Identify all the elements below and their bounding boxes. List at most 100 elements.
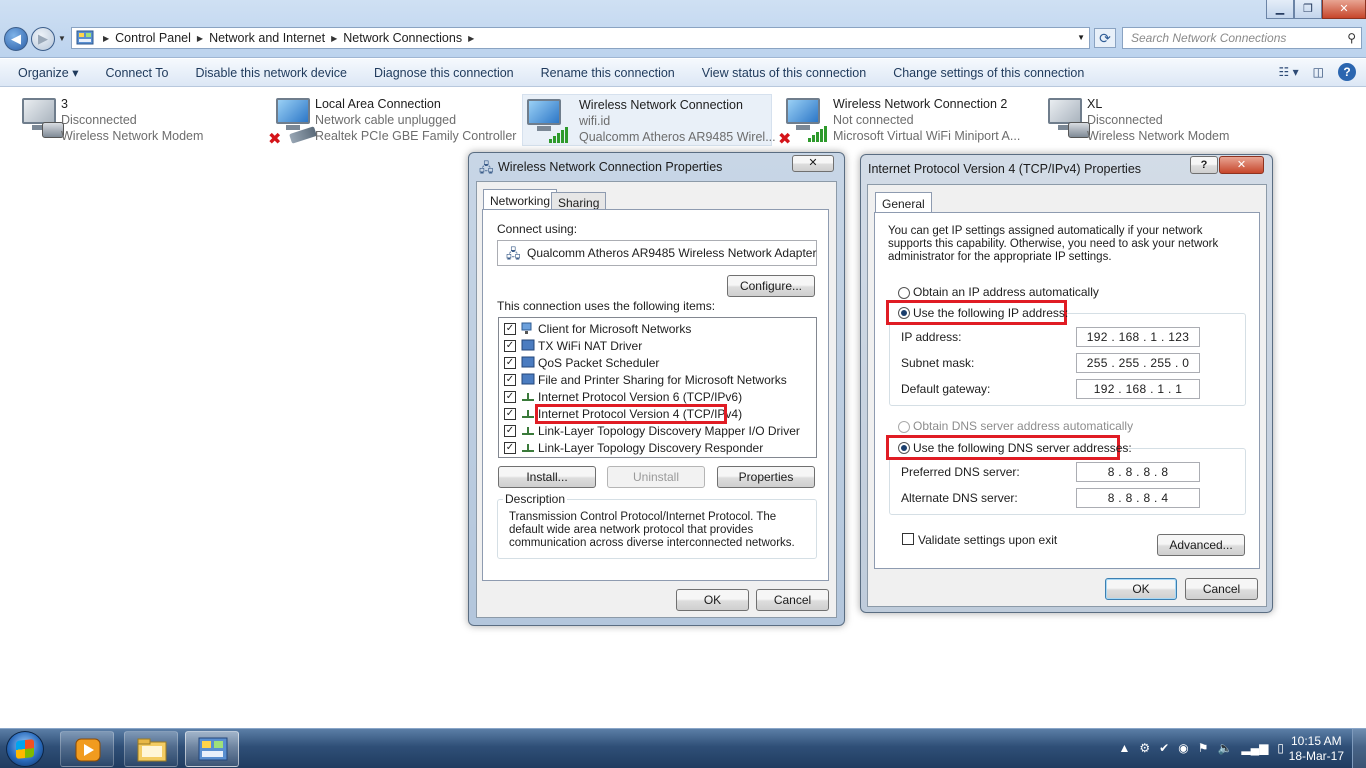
alternate-dns-field[interactable]: 8 . 8 . 8 . 4: [1076, 488, 1200, 508]
connect-to-command[interactable]: Connect To: [105, 66, 168, 80]
item-label: TX WiFi NAT Driver: [538, 338, 643, 353]
connection-name: 3: [61, 97, 68, 111]
taskbar-control-panel[interactable]: [185, 731, 239, 767]
help-button[interactable]: ?: [1190, 156, 1218, 174]
cancel-button[interactable]: Cancel: [756, 589, 829, 611]
item-checkbox[interactable]: ✓: [504, 322, 516, 335]
list-item[interactable]: ✓ QoS Packet Scheduler: [504, 354, 659, 371]
connection-tile-local-area[interactable]: ✖ Local Area Connection Network cable un…: [258, 94, 516, 148]
breadcrumb-network-connections[interactable]: Network Connections: [343, 31, 462, 45]
cancel-button[interactable]: Cancel: [1185, 578, 1258, 600]
explorer-titlebar: ▁ ❐ ✕ ◀ ▶ ▼ ▶ Control Panel ▶ Network an…: [0, 0, 1366, 58]
advanced-button[interactable]: Advanced...: [1157, 534, 1245, 556]
connection-status: wifi.id: [579, 114, 611, 128]
close-button[interactable]: ✕: [1219, 156, 1264, 174]
tab-general[interactable]: General: [875, 192, 932, 213]
default-gateway-field[interactable]: 192 . 168 . 1 . 1: [1076, 379, 1200, 399]
connection-tile-wireless[interactable]: Wireless Network Connection wifi.id Qual…: [522, 94, 776, 146]
breadcrumb-network-and-internet[interactable]: Network and Internet: [209, 31, 325, 45]
connection-status: Disconnected: [61, 113, 137, 127]
search-input[interactable]: Search Network Connections ⚲: [1122, 27, 1362, 49]
validate-checkbox[interactable]: [902, 533, 914, 545]
ip-address-field[interactable]: 192 . 168 . 1 . 123: [1076, 327, 1200, 347]
item-checkbox[interactable]: ✓: [504, 407, 516, 420]
recent-pages-dropdown-icon[interactable]: ▼: [58, 34, 66, 43]
action-center-flag-icon[interactable]: ⚑: [1198, 741, 1209, 755]
uninstall-button: Uninstall: [607, 466, 705, 488]
address-dropdown-icon[interactable]: ▼: [1077, 33, 1085, 42]
list-item[interactable]: ✓ TX WiFi NAT Driver: [504, 337, 642, 354]
globe-icon[interactable]: ◉: [1178, 741, 1188, 755]
disable-device-command[interactable]: Disable this network device: [195, 66, 346, 80]
use-dns-radio[interactable]: [898, 442, 910, 454]
breadcrumb-control-panel[interactable]: Control Panel: [115, 31, 191, 45]
highlight-ipv4-item: [535, 404, 727, 424]
ok-button[interactable]: OK: [676, 589, 749, 611]
show-hidden-icons-icon[interactable]: ▲: [1119, 741, 1131, 755]
breadcrumb-chevron-icon[interactable]: ▶: [331, 34, 337, 43]
change-view-icon[interactable]: ☷ ▾: [1279, 65, 1299, 79]
obtain-ip-auto-label: Obtain an IP address automatically: [913, 285, 1099, 299]
item-checkbox[interactable]: ✓: [504, 441, 516, 454]
close-button[interactable]: ✕: [1322, 0, 1366, 19]
taskbar-media-player[interactable]: [60, 731, 114, 767]
wireless-signal-icon[interactable]: ▂▄▆: [1241, 741, 1268, 755]
components-list[interactable]: ✓ Client for Microsoft Networks ✓ TX WiFi …: [498, 317, 817, 458]
obtain-ip-auto-radio[interactable]: [898, 287, 910, 299]
show-desktop-button[interactable]: [1352, 729, 1366, 768]
network-modem-icon: [18, 96, 64, 144]
install-button[interactable]: Install...: [498, 466, 596, 488]
preferred-dns-label: Preferred DNS server:: [901, 465, 1020, 479]
view-status-command[interactable]: View status of this connection: [702, 66, 866, 80]
forward-button[interactable]: ▶: [31, 27, 55, 51]
subnet-mask-field[interactable]: 255 . 255 . 255 . 0: [1076, 353, 1200, 373]
preview-pane-icon[interactable]: ◫: [1313, 65, 1324, 79]
maximize-button[interactable]: ❐: [1294, 0, 1322, 19]
preferred-dns-field[interactable]: 8 . 8 . 8 . 8: [1076, 462, 1200, 482]
start-button[interactable]: [6, 731, 44, 767]
breadcrumb-chevron-icon[interactable]: ▶: [197, 34, 203, 43]
breadcrumb-chevron-icon[interactable]: ▶: [468, 34, 474, 43]
item-checkbox[interactable]: ✓: [504, 390, 516, 403]
properties-button[interactable]: Properties: [717, 466, 815, 488]
list-item[interactable]: ✓ Link-Layer Topology Discovery Responder: [504, 439, 763, 456]
back-button[interactable]: ◀: [4, 27, 28, 51]
connection-tile-wireless-2[interactable]: ✖ Wireless Network Connection 2 Not conn…: [776, 94, 1026, 148]
change-settings-command[interactable]: Change settings of this connection: [893, 66, 1084, 80]
configure-button[interactable]: Configure...: [727, 275, 815, 297]
diagnose-command[interactable]: Diagnose this connection: [374, 66, 514, 80]
address-bar[interactable]: ▶ Control Panel ▶ Network and Internet ▶…: [71, 27, 1090, 49]
volume-icon[interactable]: 🔈: [1217, 741, 1232, 755]
search-icon[interactable]: ⚲: [1347, 31, 1356, 45]
use-ip-radio[interactable]: [898, 307, 910, 319]
organize-menu[interactable]: Organize ▾: [18, 65, 78, 80]
tab-networking[interactable]: Networking: [483, 189, 558, 210]
list-item[interactable]: ✓ Client for Microsoft Networks: [504, 320, 691, 337]
alternate-dns-label: Alternate DNS server:: [901, 491, 1018, 505]
protocol-icon: [521, 441, 535, 454]
battery-icon[interactable]: ▯: [1277, 741, 1284, 755]
connection-tile-3[interactable]: 3 Disconnected Wireless Network Modem: [4, 94, 254, 146]
item-checkbox[interactable]: ✓: [504, 356, 516, 369]
item-checkbox[interactable]: ✓: [504, 339, 516, 352]
rename-command[interactable]: Rename this connection: [541, 66, 675, 80]
minimize-button[interactable]: ▁: [1266, 0, 1294, 19]
refresh-button[interactable]: ⟳: [1094, 28, 1116, 48]
breadcrumb-chevron-icon[interactable]: ▶: [103, 34, 109, 43]
list-item[interactable]: ✓ Internet Protocol Version 6 (TCP/IPv6): [504, 388, 742, 405]
dialog-title: Wireless Network Connection Properties: [498, 160, 723, 174]
adapter-field: 🖧 Qualcomm Atheros AR9485 Wireless Netwo…: [497, 240, 817, 266]
ok-button[interactable]: OK: [1105, 578, 1177, 600]
security-icon[interactable]: ✔: [1159, 741, 1169, 755]
connection-tile-xl[interactable]: XL Disconnected Wireless Network Modem: [1030, 94, 1280, 146]
item-checkbox[interactable]: ✓: [504, 424, 516, 437]
list-item[interactable]: ✓ Link-Layer Topology Discovery Mapper I/…: [504, 422, 800, 439]
taskbar-explorer[interactable]: [124, 731, 178, 767]
network-sharing-icon[interactable]: ⚙: [1139, 741, 1150, 755]
ethernet-disconnected-icon: ✖: [268, 96, 317, 148]
clock[interactable]: 10:15 AM 18-Mar-17: [1289, 734, 1344, 764]
help-icon[interactable]: ?: [1338, 63, 1356, 81]
close-button[interactable]: ✕: [792, 155, 834, 172]
list-item[interactable]: ✓ File and Printer Sharing for Microsoft …: [504, 371, 787, 388]
item-checkbox[interactable]: ✓: [504, 373, 516, 386]
